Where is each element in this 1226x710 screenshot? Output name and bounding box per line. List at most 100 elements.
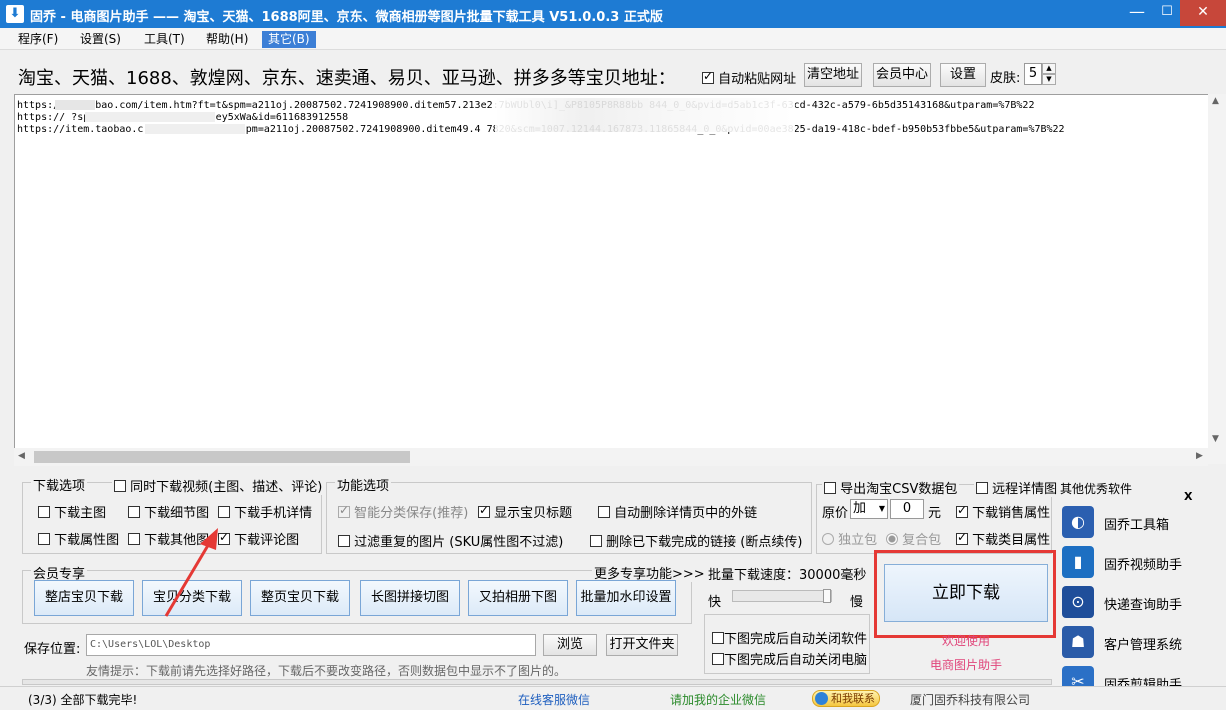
price-amount-input[interactable]: 0 <box>890 499 924 519</box>
auto-close-app-label: 下图完成后自动关闭软件 <box>724 632 868 647</box>
company-name: 厦门固乔科技有限公司 <box>910 693 1031 707</box>
scroll-up-icon[interactable]: ▲ <box>1212 96 1219 106</box>
speed-slow-label: 慢 <box>850 595 864 610</box>
member-center-button[interactable]: 会员中心 <box>873 63 931 87</box>
auto-delete-links-label: 自动删除详情页中的外链 <box>614 506 758 521</box>
video-label: 同时下载视频(主图、描述、评论) <box>130 480 323 495</box>
delete-done-label: 删除已下载完成的链接 (断点续传) <box>606 535 803 550</box>
express-query-item[interactable]: ⊙ 快递查询助手 <box>1062 586 1182 622</box>
maximize-button[interactable]: ☐ <box>1152 0 1182 26</box>
page-download-button[interactable]: 整页宝贝下载 <box>250 580 350 616</box>
show-title-label: 显示宝贝标题 <box>494 506 573 521</box>
vertical-scrollbar[interactable]: ▲ ▼ <box>1208 94 1226 464</box>
skin-up-arrow-icon[interactable]: ▲ <box>1042 63 1056 74</box>
price-unit-label: 元 <box>928 506 942 521</box>
download-now-button[interactable]: 立即下载 <box>884 564 1048 622</box>
express-query-label: 快递查询助手 <box>1104 598 1183 613</box>
gq-video-item[interactable]: ▮ 固乔视频助手 <box>1062 546 1182 582</box>
delete-done-checkbox[interactable]: 删除已下载完成的链接 (断点续传) <box>590 531 802 550</box>
settings-button[interactable]: 设置 <box>940 63 986 87</box>
auto-delete-links-checkbox[interactable]: 自动删除详情页中的外链 <box>598 502 757 521</box>
sales-attr-label: 下载销售属性 <box>972 506 1051 521</box>
browse-button[interactable]: 浏览 <box>543 634 597 656</box>
remote-detail-label: 远程详情图 <box>992 482 1058 497</box>
menu-tools[interactable]: 工具(T) <box>138 31 191 48</box>
status-bar: (3/3) 全部下载完毕! 在线客服微信 请加我的企业微信 和我联系 厦门固乔科… <box>0 686 1226 710</box>
yupoo-download-button[interactable]: 又拍相册下图 <box>468 580 568 616</box>
skin-value-input[interactable]: 5 <box>1024 63 1042 85</box>
annotation-arrow-icon <box>164 528 218 617</box>
detail-img-checkbox[interactable]: 下载细节图 <box>128 502 209 521</box>
speed-slider-thumb[interactable] <box>823 589 831 603</box>
open-folder-button[interactable]: 打开文件夹 <box>606 634 678 656</box>
status-progress: (3/3) 全部下载完毕! <box>28 693 138 707</box>
scroll-right-icon[interactable]: ▶ <box>1196 451 1203 461</box>
category-attr-label: 下载类目属性 <box>972 533 1051 548</box>
speed-label: 批量下载速度：30000毫秒 <box>708 568 867 583</box>
save-path-input[interactable]: C:\Users\LOL\Desktop <box>86 634 536 656</box>
export-csv-checkbox[interactable]: 导出淘宝CSV数据包 <box>822 478 960 497</box>
main-img-label: 下载主图 <box>54 506 107 521</box>
crm-item[interactable]: ☗ 客户管理系统 <box>1062 626 1182 662</box>
save-path-label: 保存位置: <box>24 642 81 657</box>
menu-help[interactable]: 帮助(H) <box>200 31 254 48</box>
redaction-blur <box>495 98 795 132</box>
skin-down-arrow-icon[interactable]: ▼ <box>1042 74 1056 85</box>
minimize-button[interactable]: — <box>1122 0 1152 26</box>
crm-label: 客户管理系统 <box>1104 638 1183 653</box>
redaction-blur <box>145 124 245 134</box>
speed-fast-label: 快 <box>708 595 722 610</box>
remote-detail-checkbox[interactable]: 远程详情图 <box>974 478 1060 497</box>
contact-me-button[interactable]: 和我联系 <box>812 690 880 707</box>
auto-paste-checkbox[interactable]: 自动粘贴网址 <box>702 68 796 87</box>
title-bar: ⬇ 固乔 - 电商图片助手 —— 淘宝、天猫、1688阿里、京东、微商相册等图片… <box>0 0 1226 28</box>
enterprise-wechat-link[interactable]: 请加我的企业微信 <box>670 691 766 708</box>
window-title: 固乔 - 电商图片助手 —— 淘宝、天猫、1688阿里、京东、微商相册等图片批量… <box>30 10 663 25</box>
scroll-down-icon[interactable]: ▼ <box>1212 434 1219 444</box>
auto-shutdown-label: 下图完成后自动关闭电脑 <box>724 653 868 668</box>
contact-me-label: 和我联系 <box>831 692 875 705</box>
shop-download-button[interactable]: 整店宝贝下载 <box>34 580 134 616</box>
speed-slider[interactable] <box>732 589 832 603</box>
mobile-detail-checkbox[interactable]: 下载手机详情 <box>218 502 312 521</box>
review-img-checkbox[interactable]: 下载评论图 <box>218 529 299 548</box>
gq-toolbox-item[interactable]: ◐ 固乔工具箱 <box>1062 506 1182 542</box>
menu-other[interactable]: 其它(B) <box>262 31 316 48</box>
standalone-label: 独立包 <box>838 533 878 548</box>
menu-program[interactable]: 程序(F) <box>12 31 64 48</box>
original-price-label: 原价 <box>822 506 849 521</box>
clear-address-button[interactable]: 清空地址 <box>804 63 862 87</box>
welcome-text: 欢迎使用 <box>942 634 991 648</box>
function-options-legend: 功能选项 <box>335 475 392 494</box>
toolbox-label: 固乔工具箱 <box>1104 518 1170 533</box>
menu-settings[interactable]: 设置(S) <box>74 31 127 48</box>
tip-text: 友情提示：下载前请先选择好路径，下载后不要改变路径，否则数据包中显示不了图片的。 <box>86 664 567 678</box>
price-op-select[interactable]: 加 ▼ <box>850 499 888 519</box>
scroll-left-icon[interactable]: ◀ <box>18 451 25 461</box>
close-button[interactable]: ✕ <box>1180 0 1226 26</box>
attr-img-label: 下载属性图 <box>54 533 120 548</box>
auto-paste-check[interactable] <box>702 69 714 84</box>
smart-sort-label: 智能分类保存(推荐) <box>354 506 469 521</box>
auto-close-app-checkbox[interactable]: 下图完成后自动关闭软件 <box>712 628 867 647</box>
skin-label: 皮肤: <box>990 71 1021 86</box>
service-wechat-link[interactable]: 在线客服微信 <box>518 691 590 708</box>
auto-shutdown-checkbox[interactable]: 下图完成后自动关闭电脑 <box>712 649 867 668</box>
category-attr-checkbox[interactable]: 下载类目属性 <box>956 529 1050 548</box>
attr-img-checkbox[interactable]: 下载属性图 <box>38 529 119 548</box>
main-img-checkbox[interactable]: 下载主图 <box>38 502 106 521</box>
show-title-checkbox[interactable]: 显示宝贝标题 <box>478 502 572 521</box>
crm-icon: ☗ <box>1062 626 1094 658</box>
sales-attr-checkbox[interactable]: 下载销售属性 <box>956 502 1050 521</box>
menu-bar: 程序(F) 设置(S) 工具(T) 帮助(H) 其它(B) <box>0 28 1226 50</box>
video-checkbox[interactable]: 同时下载视频(主图、描述、评论) <box>112 476 325 495</box>
filter-dup-checkbox[interactable]: 过滤重复的图片 (SKU属性图不过滤) <box>338 531 563 550</box>
other-software-close-icon[interactable]: X <box>1184 490 1192 503</box>
watermark-button[interactable]: 批量加水印设置 <box>576 580 676 616</box>
other-software-title: 其他优秀软件 <box>1060 482 1133 496</box>
scroll-thumb[interactable] <box>34 451 410 463</box>
url-textarea[interactable]: https://i taobao.com/item.htm?ft=t&spm=a… <box>14 94 1226 464</box>
combined-label: 复合包 <box>902 533 942 548</box>
horizontal-scrollbar[interactable]: ◀ ▶ <box>14 448 1208 466</box>
long-image-button[interactable]: 长图拼接切图 <box>360 580 460 616</box>
